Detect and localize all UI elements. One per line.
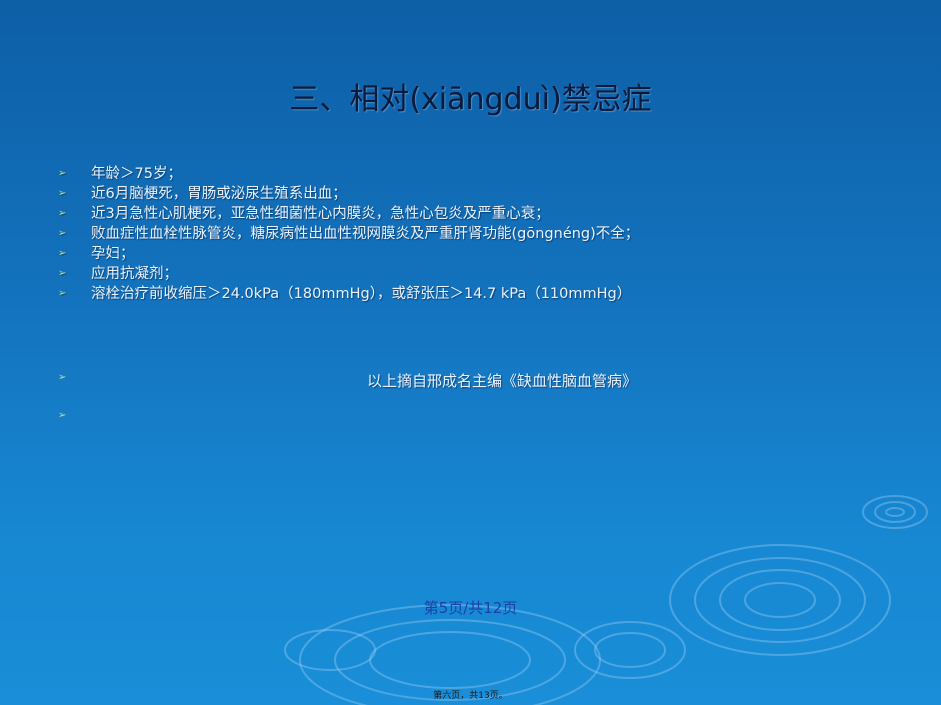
arrow-bullet-icon: ➢	[58, 410, 67, 421]
bullet-text: 败血症性血栓性脉管炎，糖尿病性出血性视网膜炎及严重肝肾功能(gōngnéng)不…	[91, 226, 640, 242]
slide: 三、相对(xiāngduì)禁忌症 ➢ 年龄＞75岁； ➢ 近6月脑梗死，胃肠或…	[0, 0, 941, 705]
list-item: ➢ 应用抗凝剂；	[58, 264, 918, 284]
bullet-text: 溶栓治疗前收缩压＞24.0kPa（180mmHg），或舒张压＞14.7 kPa（…	[91, 286, 632, 302]
arrow-bullet-icon: ➢	[58, 228, 67, 239]
bullet-text: 应用抗凝剂；	[91, 266, 178, 282]
empty-bullet-row: ➢	[58, 410, 78, 430]
arrow-bullet-icon: ➢	[58, 168, 67, 179]
source-citation: 以上摘自邢成名主编《缺血性脑血管病》	[366, 372, 637, 390]
list-item: ➢ 近3月急性心肌梗死，亚急性细菌性心内膜炎，急性心包炎及严重心衰；	[58, 204, 918, 224]
bullet-text: 近6月脑梗死，胃肠或泌尿生殖系出血；	[91, 186, 347, 202]
bullet-text: 年龄＞75岁；	[91, 166, 182, 182]
arrow-bullet-icon: ➢	[58, 208, 67, 219]
bullet-list: ➢ 年龄＞75岁； ➢ 近6月脑梗死，胃肠或泌尿生殖系出血； ➢ 近3月急性心肌…	[58, 164, 918, 304]
list-item: ➢ 年龄＞75岁；	[58, 164, 918, 184]
list-item: ➢ 败血症性血栓性脉管炎，糖尿病性出血性视网膜炎及严重肝肾功能(gōngnéng…	[58, 224, 918, 244]
arrow-bullet-icon: ➢	[58, 288, 67, 299]
bullet-text: 近3月急性心肌梗死，亚急性细菌性心内膜炎，急性心包炎及严重心衰；	[91, 206, 550, 222]
list-item: ➢ 近6月脑梗死，胃肠或泌尿生殖系出血；	[58, 184, 918, 204]
arrow-bullet-icon: ➢	[58, 188, 67, 199]
list-item: ➢ 溶栓治疗前收缩压＞24.0kPa（180mmHg），或舒张压＞14.7 kP…	[58, 284, 918, 304]
list-item: ➢ 孕妇；	[58, 244, 918, 264]
arrow-bullet-icon: ➢	[58, 268, 67, 279]
footer-page-note: 第六页，共13页。	[433, 691, 508, 701]
arrow-bullet-icon: ➢	[58, 248, 67, 259]
slide-title: 三、相对(xiāngduì)禁忌症	[289, 82, 652, 117]
page-indicator: 第5页/共12页	[423, 599, 518, 617]
bullet-text: 孕妇；	[91, 246, 135, 262]
source-citation-row: ➢ 以上摘自邢成名主编《缺血性脑血管病》	[58, 370, 918, 392]
